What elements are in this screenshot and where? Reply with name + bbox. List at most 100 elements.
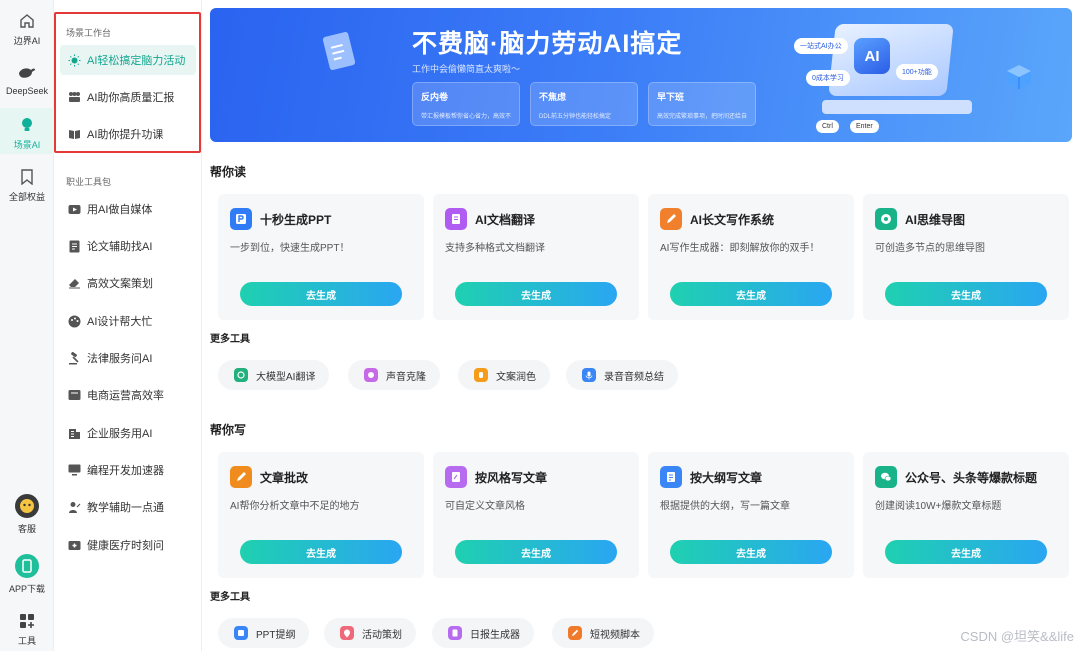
watermark: CSDN @坦笑&&life	[960, 629, 1074, 644]
phone-icon	[15, 554, 39, 578]
tool-card-outline-writing[interactable]: 按大纲写文章 根据提供的大纲，写一篇文章 去生成	[648, 452, 854, 578]
location-icon	[340, 626, 354, 640]
rail-label: 客服	[17, 524, 36, 534]
teacher-icon	[68, 501, 81, 514]
nav-label: 论文辅助找AI	[87, 241, 153, 253]
nav-label: AI轻松搞定脑力活动	[87, 55, 186, 67]
rail-item-benefits[interactable]: 全部权益	[0, 168, 54, 203]
banner-card-desc: DDL前五分钟也能轻松搞定	[539, 114, 612, 120]
chip-label: 日报生成器	[470, 629, 520, 641]
banner-card-title: 反内卷	[421, 92, 449, 102]
generate-button[interactable]: 去生成	[455, 282, 617, 306]
banner-subtitle: 工作中会偷懒简直太爽啦～	[412, 64, 521, 74]
rail-label: 边界AI	[13, 36, 41, 46]
promo-banner[interactable]: 不费脑·脑力劳动AI搞定 工作中会偷懒简直太爽啦～ 反内卷 带汇报模板帮你省心省力…	[210, 8, 1072, 142]
rail-item-service[interactable]: 客服	[0, 494, 54, 535]
document-illustration-icon	[322, 31, 356, 71]
chip-voice-clone[interactable]: 声音克隆	[348, 360, 440, 390]
eraser-icon	[68, 277, 81, 290]
nav-label: 法律服务问AI	[87, 353, 153, 365]
rail-label: 场景AI	[13, 140, 41, 150]
card-title: 按大纲写文章	[690, 471, 763, 485]
wechat-icon	[875, 466, 897, 488]
chip-ppt-outline[interactable]: PPT提纲	[218, 618, 310, 648]
video-icon	[68, 203, 81, 216]
tool-card-long-writing[interactable]: AI长文写作系统 AI写作生成器：即刻解放你的双手！ 去生成	[648, 194, 854, 320]
generate-button[interactable]: 去生成	[885, 282, 1047, 306]
rail-item-deepseek[interactable]: DeepSeek	[0, 64, 54, 96]
card-desc: AI写作生成器：即刻解放你的双手！	[660, 243, 820, 254]
ctrl-key: Ctrl	[816, 120, 839, 133]
section-heading-more-tools: 更多工具	[210, 334, 250, 345]
chip-label: 大模型AI翻译	[256, 371, 316, 383]
section-title-workbench: 场景工作台	[66, 28, 112, 38]
bookmark-icon	[18, 168, 36, 186]
feature-pill: 一站式AI办公	[794, 38, 848, 54]
chip-polish[interactable]: 文案润色	[458, 360, 550, 390]
rail-item-scene-ai[interactable]: 场景AI	[0, 108, 54, 154]
nav-item-thesis[interactable]: 论文辅助找AI	[60, 231, 196, 261]
nav-item-legal[interactable]: 法律服务问AI	[60, 343, 196, 373]
tool-card-mindmap[interactable]: AI思维导图 可创造多节点的思维导图 去生成	[863, 194, 1069, 320]
nav-item-homework[interactable]: AI助你提升功课	[60, 119, 196, 149]
rail-item-tools[interactable]: 工具	[0, 612, 54, 647]
nav-label: 企业服务用AI	[87, 428, 153, 440]
nav-label: AI设计帮大忙	[87, 316, 153, 328]
nav-item-enterprise[interactable]: 企业服务用AI	[60, 418, 196, 448]
card-title: AI思维导图	[905, 213, 966, 227]
pen-icon	[660, 208, 682, 230]
nav-item-coding[interactable]: 编程开发加速器	[60, 455, 196, 485]
nav-item-ecommerce[interactable]: 电商运营高效率	[60, 380, 196, 410]
script-pen-icon	[568, 626, 582, 640]
chip-label: PPT提纲	[256, 629, 296, 641]
tool-card-style-writing[interactable]: 按风格写文章 可自定义文章风格 去生成	[433, 452, 639, 578]
generate-button[interactable]: 去生成	[455, 540, 617, 564]
banner-card: 早下班 高效完成繁琐事项，把时间还给自己	[648, 82, 756, 126]
nav-item-copywriting[interactable]: 高效文案策划	[60, 268, 196, 298]
card-desc: 可自定义文章风格	[445, 501, 525, 512]
shop-icon	[68, 389, 81, 402]
card-desc: 根据提供的大纲，写一篇文章	[660, 501, 790, 512]
outline-doc-icon	[660, 466, 682, 488]
chip-label: 短视频脚本	[590, 629, 640, 641]
cube-icon	[1007, 65, 1031, 89]
nav-item-brain-work[interactable]: AI轻松搞定脑力活动	[60, 45, 196, 75]
document-icon	[68, 240, 81, 253]
nav-item-teaching[interactable]: 教学辅助一点通	[60, 492, 196, 522]
nav-label: 高效文案策划	[87, 278, 153, 290]
rail-item-home[interactable]: 边界AI	[0, 12, 54, 47]
feature-pill: 100+功能	[896, 64, 938, 80]
chip-daily-report[interactable]: 日报生成器	[432, 618, 534, 648]
chip-event-plan[interactable]: 活动策划	[324, 618, 416, 648]
card-title: 公众号、头条等爆款标题	[905, 471, 1038, 485]
nav-item-media[interactable]: 用AI做自媒体	[60, 194, 196, 224]
nav-item-report[interactable]: AI助你高质量汇报	[60, 82, 196, 112]
service-avatar-icon	[15, 494, 39, 518]
medical-kit-icon	[68, 539, 81, 552]
hand-icon	[474, 368, 488, 382]
generate-button[interactable]: 去生成	[670, 540, 832, 564]
rail-item-app-download[interactable]: APP下载	[0, 554, 54, 595]
scene-panel: 场景工作台 AI轻松搞定脑力活动 AI助你高质量汇报 AI助你提升功课 职业工具…	[54, 0, 202, 651]
section-heading-more-tools: 更多工具	[210, 592, 250, 603]
voice-icon	[364, 368, 378, 382]
nav-label: 用AI做自媒体	[87, 204, 153, 216]
chip-audio-summary[interactable]: 录音音频总结	[566, 360, 678, 390]
generate-button[interactable]: 去生成	[670, 282, 832, 306]
chip-video-script[interactable]: 短视频脚本	[552, 618, 654, 648]
nav-item-design[interactable]: AI设计帮大忙	[60, 306, 196, 336]
generate-button[interactable]: 去生成	[240, 540, 402, 564]
rail-label: APP下载	[8, 584, 45, 594]
card-desc: 创建阅读10W+爆款文章标题	[875, 501, 1002, 512]
generate-button[interactable]: 去生成	[240, 282, 402, 306]
nav-item-medical[interactable]: 健康医疗时刻问	[60, 530, 196, 560]
tool-card-headline[interactable]: 公众号、头条等爆款标题 创建阅读10W+爆款文章标题 去生成	[863, 452, 1069, 578]
ai-logo: AI	[854, 38, 890, 74]
tool-card-doc-translate[interactable]: AI文档翻译 支持多种格式文档翻译 去生成	[433, 194, 639, 320]
chip-ai-translate[interactable]: 大模型AI翻译	[218, 360, 330, 390]
rail-label: 工具	[17, 636, 36, 646]
tool-card-ppt[interactable]: 十秒生成PPT 一步到位，快速生成PPT！ 去生成	[218, 194, 424, 320]
tool-card-article-review[interactable]: 文章批改 AI帮你分析文章中不足的地方 去生成	[218, 452, 424, 578]
nav-label: AI助你提升功课	[87, 129, 164, 141]
generate-button[interactable]: 去生成	[885, 540, 1047, 564]
